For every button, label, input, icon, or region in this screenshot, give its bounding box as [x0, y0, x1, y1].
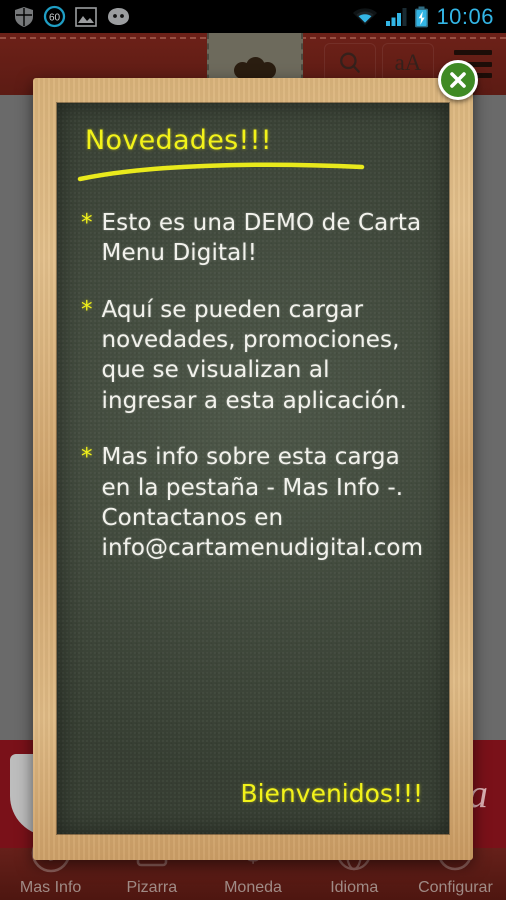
close-button[interactable] — [438, 60, 478, 100]
text-size-icon: aA — [394, 50, 422, 75]
novedades-dialog: Novedades!!! * Esto es una DEMO de Carta… — [33, 78, 473, 860]
bullet-item: * Mas info sobre esta carga en la pestañ… — [81, 442, 425, 563]
nav-label: Moneda — [224, 879, 282, 896]
wifi-icon — [353, 7, 378, 25]
welcome-message: Bienvenidos!!! — [240, 779, 423, 808]
nav-label: Pizarra — [126, 879, 178, 896]
bullet-text: Aquí se pueden cargar novedades, promoci… — [101, 296, 407, 414]
bullet-item: * Esto es una DEMO de Carta Menu Digital… — [81, 208, 425, 269]
bullet-marker: * — [81, 210, 93, 236]
page-title: Novedades!!! — [85, 125, 272, 156]
shield-icon — [15, 6, 33, 27]
status-icons-left: 60 — [0, 5, 131, 28]
android-status-bar: 60 10:06 — [0, 0, 506, 33]
bullet-marker: * — [81, 296, 93, 323]
bullet-text: Esto es una DEMO de Carta Menu Digital! — [101, 210, 422, 267]
search-button[interactable] — [324, 43, 376, 83]
close-icon — [450, 72, 466, 88]
title-underline-swoosh — [77, 162, 365, 182]
chalkboard-surface: Novedades!!! * Esto es una DEMO de Carta… — [57, 103, 449, 834]
text-size-button[interactable]: aA — [382, 43, 434, 83]
bullet-text: Mas info sobre esta carga en la pestaña … — [101, 444, 424, 562]
app-screen: aA Mas Info Pizarra Moneda Idioma Config… — [0, 0, 506, 900]
status-icons-right: 10:06 — [352, 4, 506, 30]
gallery-image-icon — [75, 6, 97, 27]
status-clock: 10:06 — [436, 3, 494, 29]
menu-icon-bar — [454, 50, 492, 55]
android-robot-icon — [108, 8, 129, 25]
bullet-item: * Aquí se pueden cargar novedades, promo… — [81, 295, 425, 416]
nav-label: Idioma — [330, 879, 379, 896]
nav-label: Configurar — [418, 879, 493, 896]
cellular-signal-icon — [386, 7, 407, 26]
battery-saver-60-icon: 60 — [43, 5, 66, 28]
battery-charging-icon — [415, 6, 429, 27]
nav-label: Mas Info — [19, 879, 82, 896]
bullet-marker: * — [81, 444, 93, 471]
svg-text:60: 60 — [49, 13, 61, 24]
search-icon — [340, 52, 360, 73]
